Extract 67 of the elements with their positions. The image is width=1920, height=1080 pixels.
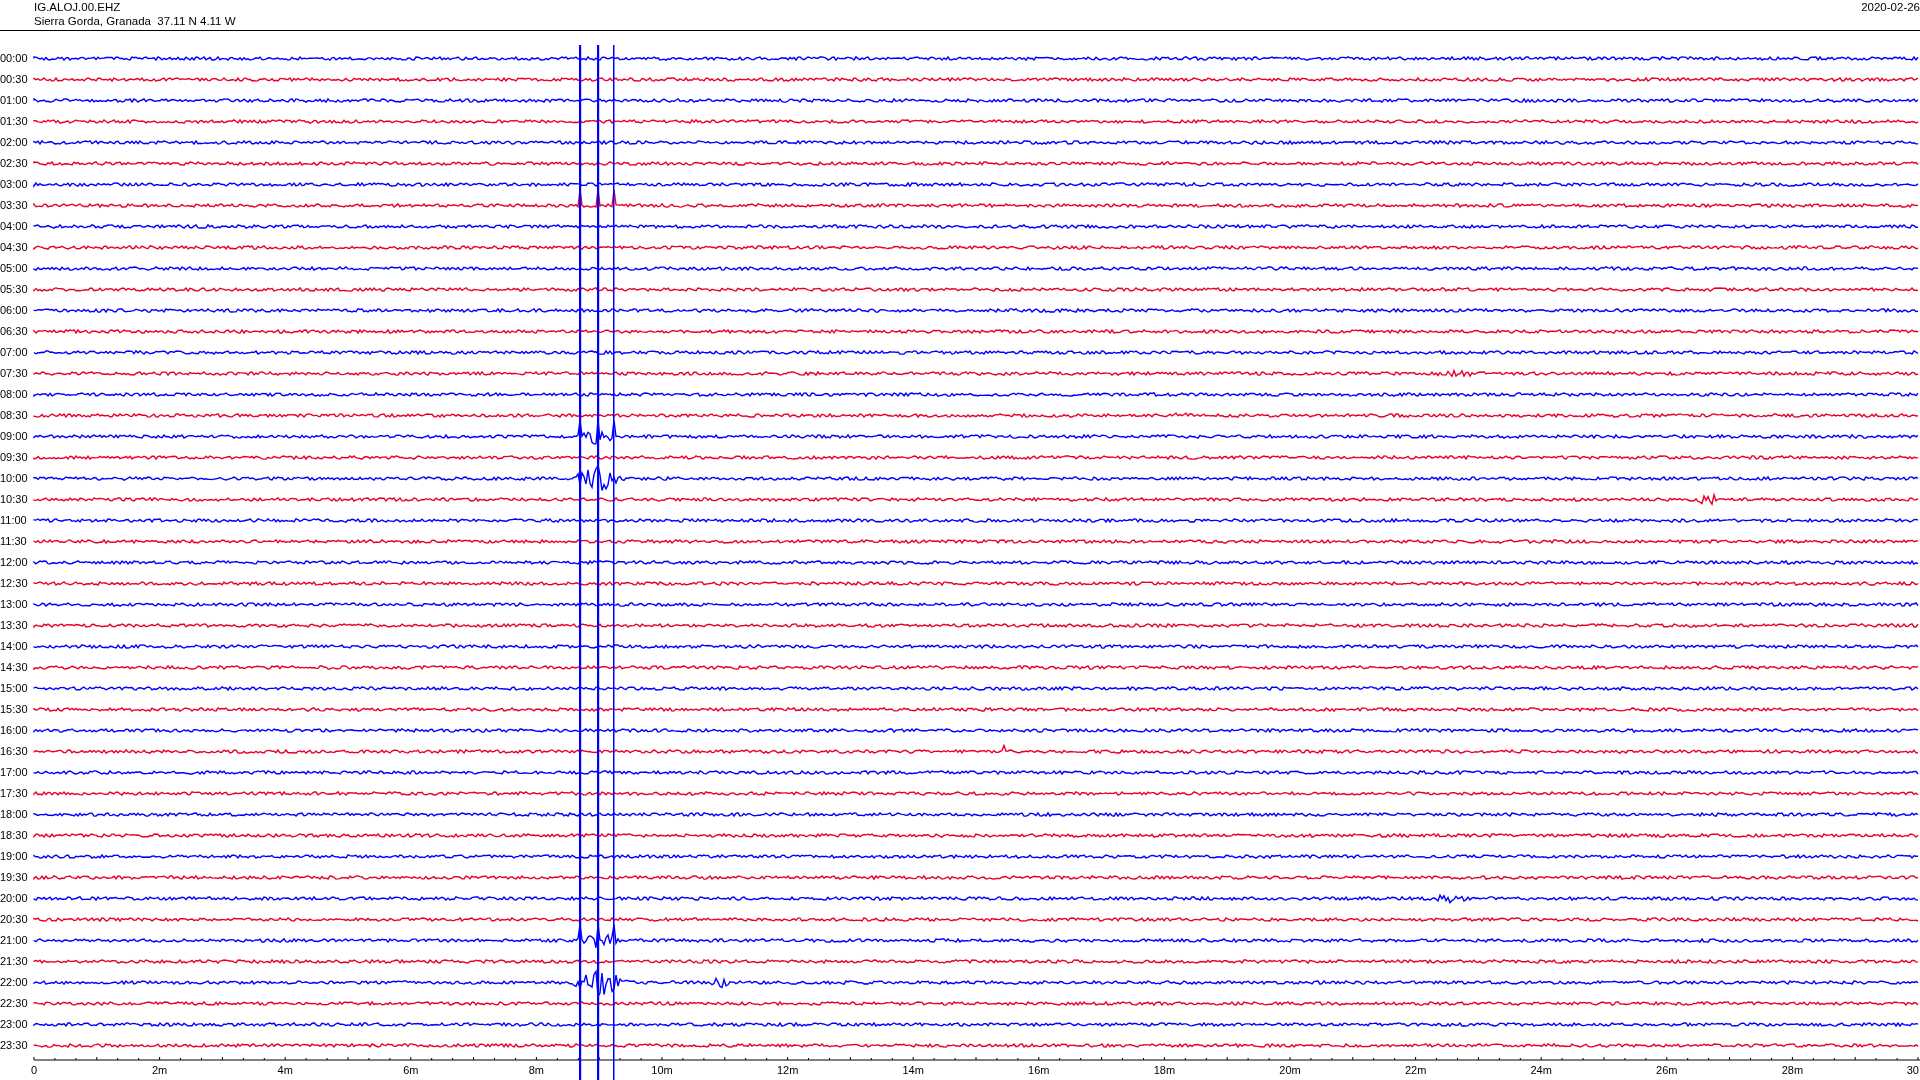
time-label: 08:30 bbox=[0, 408, 29, 423]
date-label: 2020-02-26 bbox=[1861, 0, 1920, 14]
time-label: 07:00 bbox=[0, 345, 29, 360]
channel-name: IG.ALOJ.00.EHZ bbox=[34, 0, 122, 14]
time-label: 19:30 bbox=[0, 870, 29, 885]
time-label: 06:00 bbox=[0, 303, 29, 318]
time-label: 16:00 bbox=[0, 723, 29, 738]
time-label: 09:30 bbox=[0, 450, 29, 465]
axis-label: 18m bbox=[1153, 1064, 1176, 1076]
time-label: 17:30 bbox=[0, 786, 29, 801]
time-label: 01:30 bbox=[0, 114, 29, 129]
axis-label: 22m bbox=[1404, 1064, 1427, 1076]
axis-label: 30 bbox=[1906, 1064, 1919, 1076]
time-label: 09:00 bbox=[0, 429, 29, 444]
time-label: 02:30 bbox=[0, 156, 29, 171]
time-label: 13:30 bbox=[0, 618, 29, 633]
time-label: 12:30 bbox=[0, 576, 29, 591]
station-location: Sierra Gorda, Granada 37.11 N 4.11 W bbox=[34, 14, 236, 28]
time-label: 10:30 bbox=[0, 492, 29, 507]
axis-label: 0 bbox=[30, 1064, 38, 1076]
time-label: 08:00 bbox=[0, 387, 29, 402]
time-label: 18:00 bbox=[0, 807, 29, 822]
axis-label: 8m bbox=[528, 1064, 545, 1076]
axis-label: 12m bbox=[776, 1064, 799, 1076]
time-label: 23:30 bbox=[0, 1038, 29, 1053]
time-label: 18:30 bbox=[0, 828, 29, 843]
axis-label: 20m bbox=[1279, 1064, 1301, 1076]
time-label: 10:00 bbox=[0, 471, 29, 486]
time-label: 13:00 bbox=[0, 597, 29, 612]
axis-label: 6m bbox=[403, 1064, 419, 1076]
time-label: 07:30 bbox=[0, 366, 29, 381]
time-label: 11:00 bbox=[0, 513, 28, 528]
time-label: 04:30 bbox=[0, 240, 29, 255]
axis-label: 2m bbox=[151, 1064, 168, 1076]
time-label: 05:30 bbox=[0, 282, 29, 297]
time-label: 20:00 bbox=[0, 891, 29, 906]
time-label: 20:30 bbox=[0, 912, 29, 927]
time-label: 22:00 bbox=[0, 975, 29, 990]
axis-label: 14m bbox=[902, 1064, 924, 1076]
time-label: 15:30 bbox=[0, 702, 29, 717]
axis-label: 26m bbox=[1656, 1064, 1678, 1076]
time-label: 00:30 bbox=[0, 72, 29, 87]
time-label: 03:00 bbox=[0, 177, 29, 192]
time-label: 14:00 bbox=[0, 639, 29, 654]
time-label: 12:00 bbox=[0, 555, 29, 570]
time-label: 01:00 bbox=[0, 93, 29, 108]
axis-label: 10m bbox=[651, 1064, 673, 1076]
time-label: 11:30 bbox=[0, 534, 28, 549]
time-label: 06:30 bbox=[0, 324, 29, 339]
time-label: 21:30 bbox=[0, 954, 29, 969]
time-label: 03:30 bbox=[0, 198, 29, 213]
time-label: 05:00 bbox=[0, 261, 29, 276]
axis-label: 24m bbox=[1530, 1064, 1552, 1076]
time-label: 19:00 bbox=[0, 849, 29, 864]
time-label: 17:00 bbox=[0, 765, 29, 780]
time-label: 00:00 bbox=[0, 51, 29, 66]
time-label: 23:00 bbox=[0, 1017, 29, 1032]
time-label: 16:30 bbox=[0, 744, 29, 759]
time-label: 21:00 bbox=[0, 933, 29, 948]
time-label: 15:00 bbox=[0, 681, 29, 696]
time-label: 02:00 bbox=[0, 135, 29, 150]
axis-label: 28m bbox=[1781, 1064, 1804, 1076]
time-label: 22:30 bbox=[0, 996, 29, 1011]
axis-label: 16m bbox=[1028, 1064, 1050, 1076]
time-label: 04:00 bbox=[0, 219, 29, 234]
axis-label: 4m bbox=[277, 1064, 293, 1076]
time-label: 14:30 bbox=[0, 660, 29, 675]
